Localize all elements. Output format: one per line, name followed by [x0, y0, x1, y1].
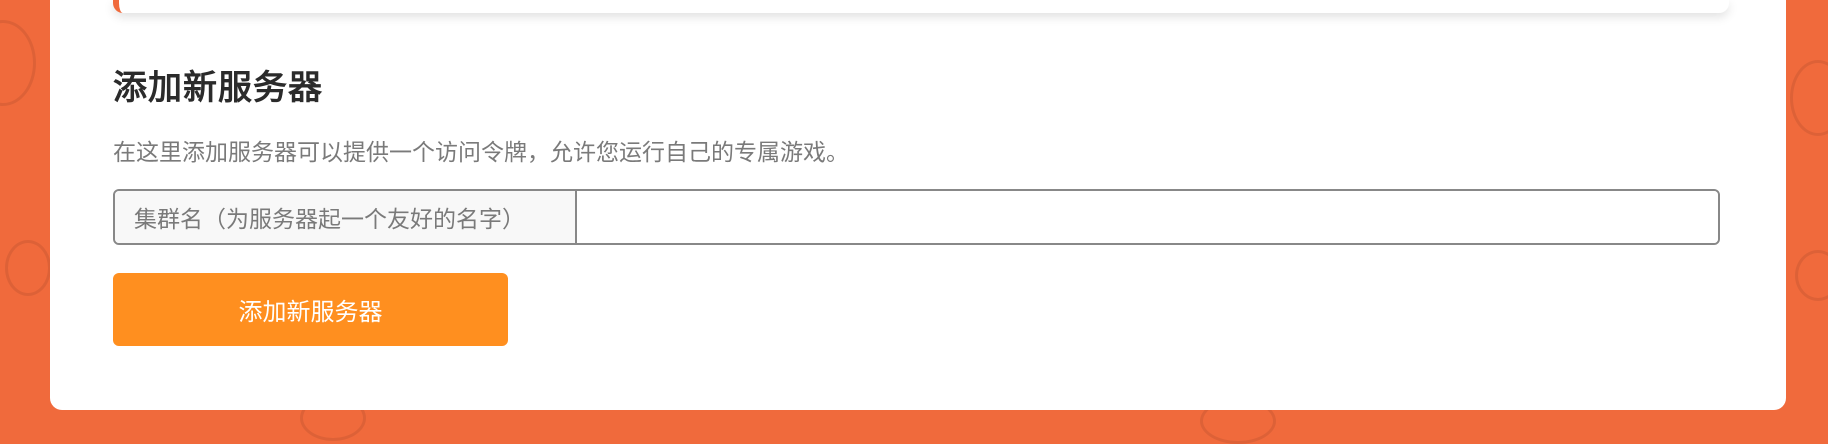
- cluster-name-input[interactable]: [577, 191, 1718, 243]
- previous-card-edge: [113, 0, 1729, 13]
- cluster-name-input-group: 集群名（为服务器起一个友好的名字）: [113, 189, 1720, 245]
- section-title: 添加新服务器: [113, 68, 323, 108]
- section-description: 在这里添加服务器可以提供一个访问令牌，允许您运行自己的专属游戏。: [113, 140, 849, 166]
- cluster-name-label: 集群名（为服务器起一个友好的名字）: [115, 191, 577, 243]
- add-server-button[interactable]: 添加新服务器: [113, 273, 508, 346]
